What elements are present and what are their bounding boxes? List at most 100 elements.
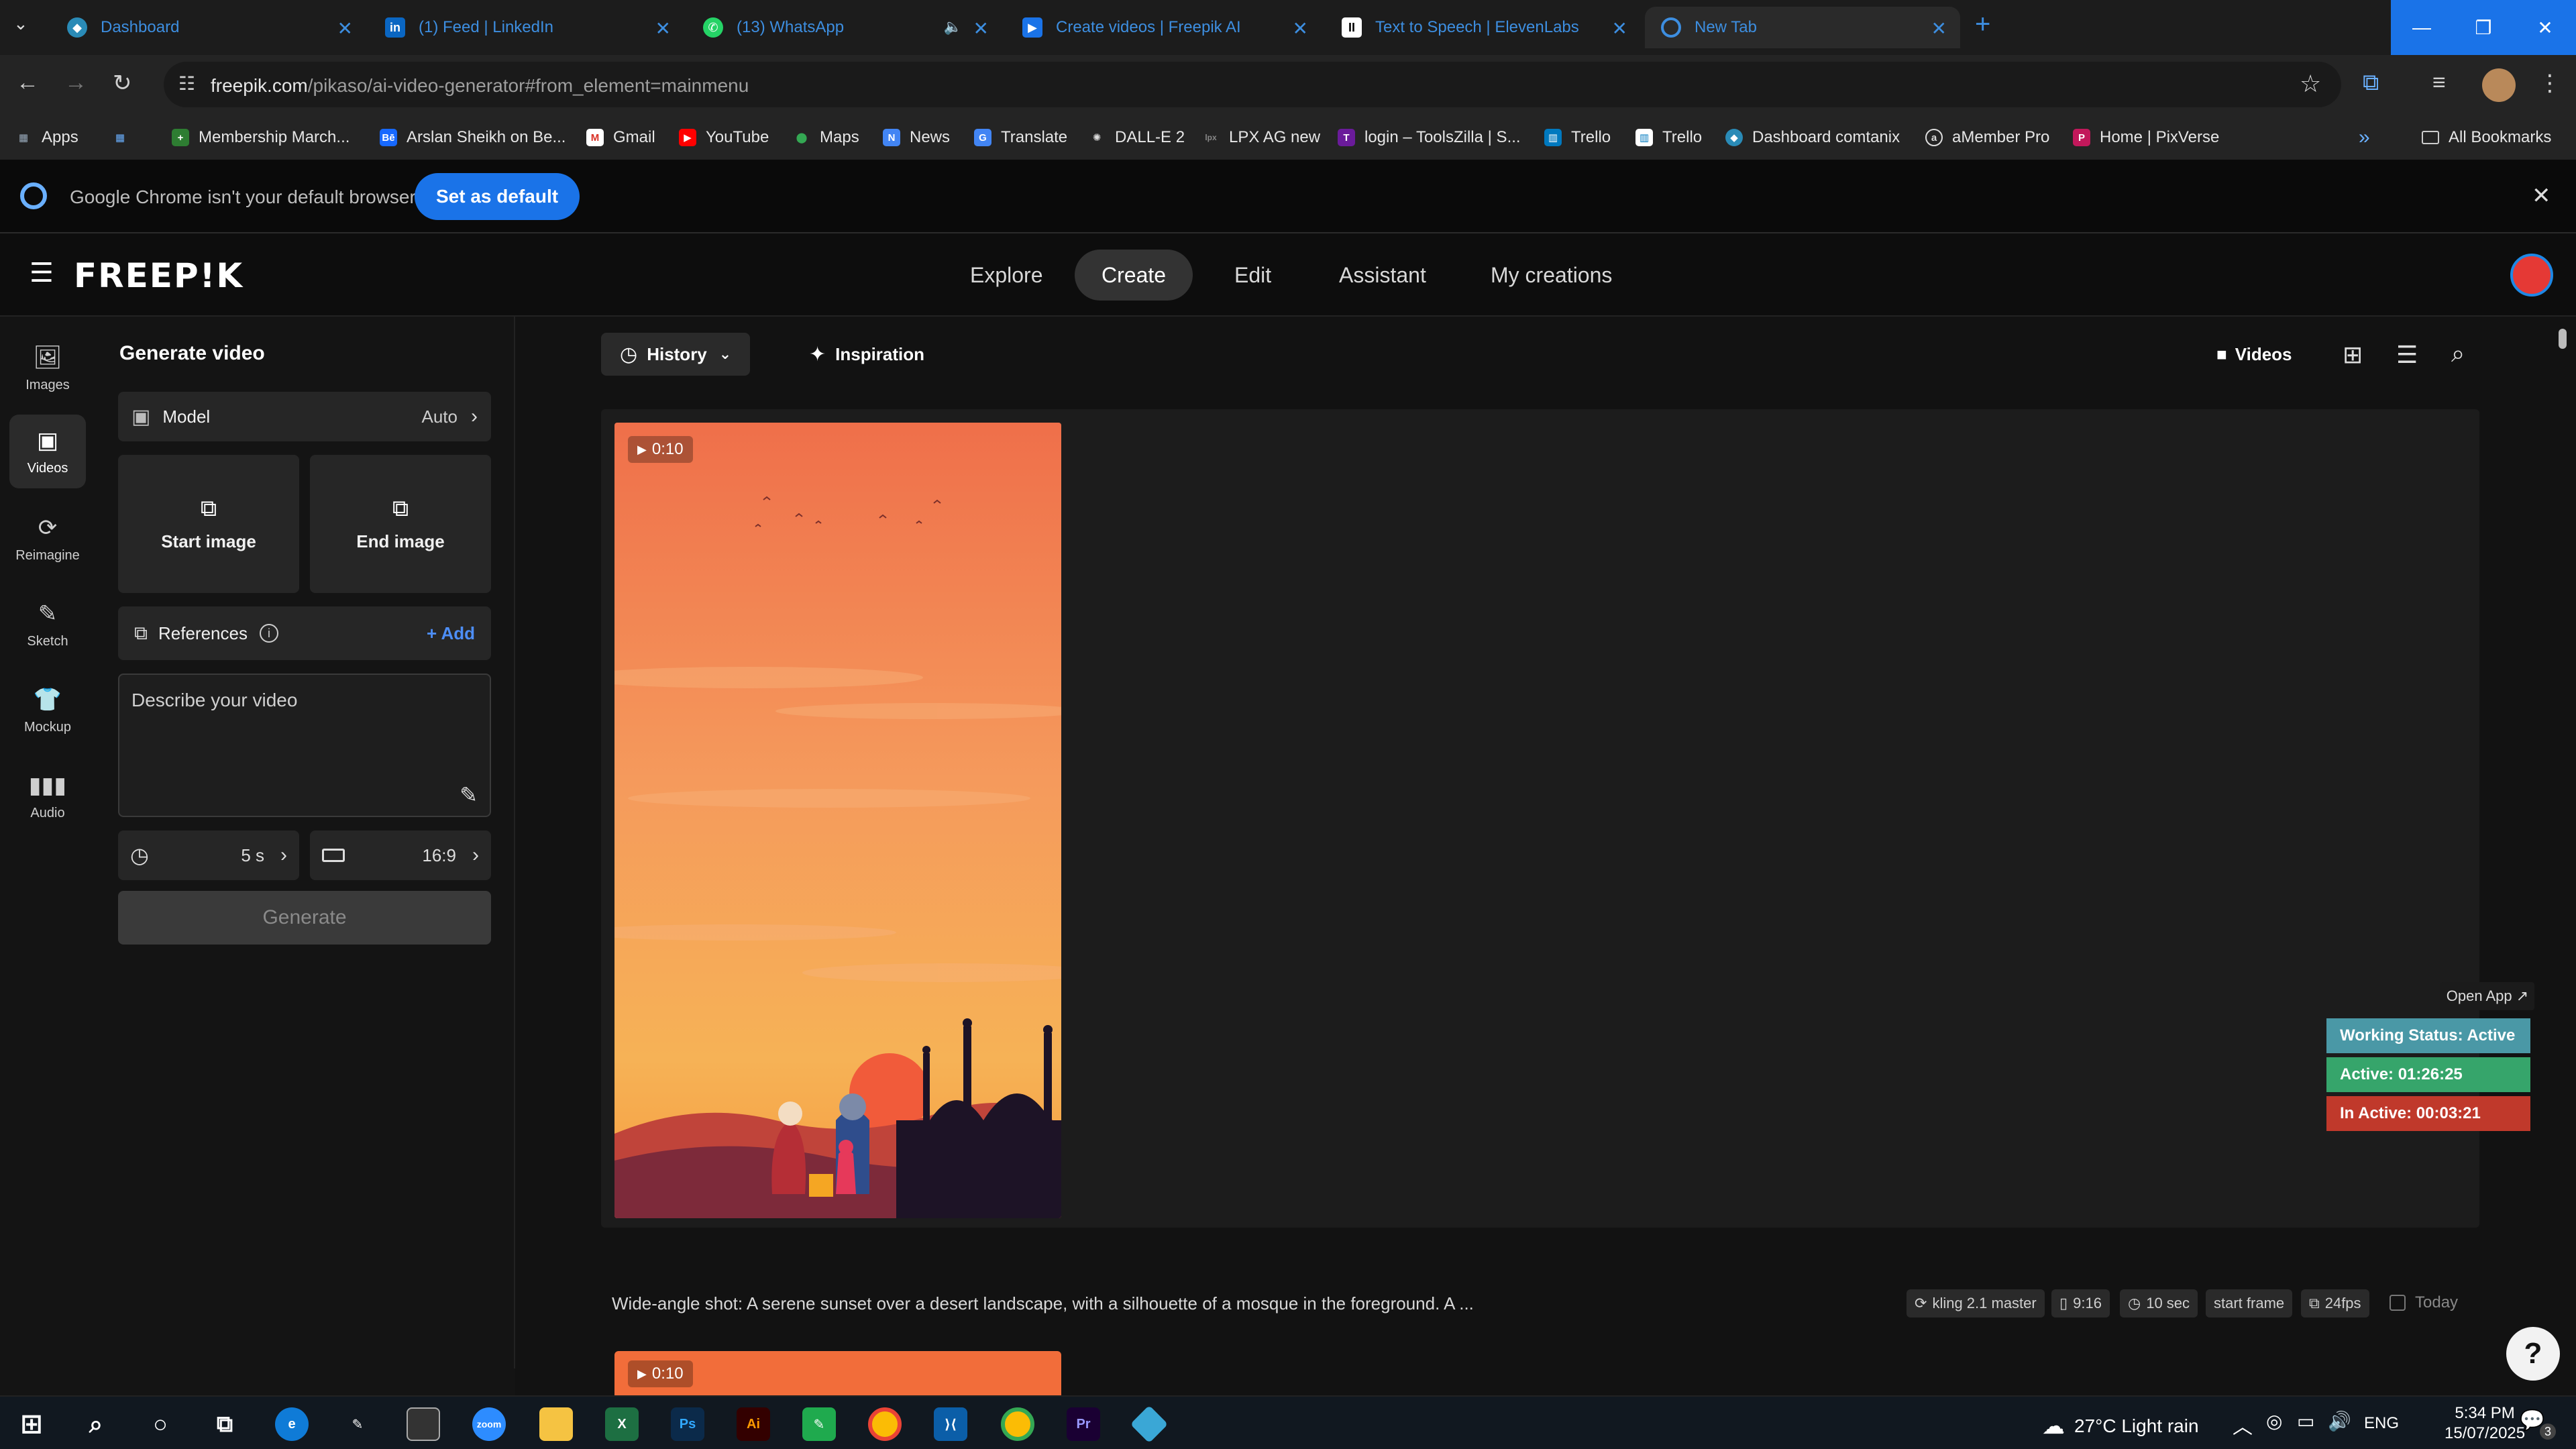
address-bar[interactable]: ☷ freepik.com/pikaso/ai-video-generator#… bbox=[164, 62, 2341, 107]
zoom-icon[interactable]: zoom bbox=[472, 1407, 506, 1441]
bookmark-star-icon[interactable]: ☆ bbox=[2300, 70, 2321, 98]
nav-edit[interactable]: Edit bbox=[1208, 250, 1298, 301]
freepik-logo[interactable]: FREEP!K bbox=[74, 256, 244, 295]
bookmark-lpx[interactable]: lpx LPX AG new bbox=[1202, 125, 1320, 150]
close-infobar-icon[interactable]: ✕ bbox=[2532, 182, 2551, 209]
end-image-slot[interactable]: ⧉ End image bbox=[310, 455, 491, 593]
prompt-textarea[interactable]: Describe your video ✎ bbox=[118, 674, 491, 817]
start-image-slot[interactable]: ⧉ Start image bbox=[118, 455, 299, 593]
site-settings-icon[interactable]: ☷ bbox=[178, 72, 195, 95]
filter-sliders-icon[interactable]: ☰ bbox=[2396, 341, 2418, 369]
vscode-icon[interactable]: ⟩⟨ bbox=[934, 1407, 967, 1441]
minimize-button[interactable]: — bbox=[2391, 0, 2453, 55]
duration-selector[interactable]: ◷ 5 s › bbox=[118, 830, 299, 880]
all-bookmarks-folder[interactable]: All Bookmarks bbox=[2422, 125, 2551, 150]
task-view-icon[interactable]: ⧉ bbox=[208, 1407, 241, 1441]
result-prompt-text[interactable]: Wide-angle shot: A serene sunset over a … bbox=[612, 1293, 1474, 1314]
more-bookmarks-chevron-icon[interactable]: » bbox=[2359, 125, 2370, 150]
bookmark-maps[interactable]: ⬤ Maps bbox=[793, 125, 859, 150]
hamburger-menu-icon[interactable]: ☰ bbox=[30, 258, 54, 288]
close-tab-icon[interactable]: ✕ bbox=[1612, 17, 1627, 40]
terminal-icon[interactable] bbox=[407, 1407, 440, 1441]
edge-icon[interactable]: e bbox=[275, 1407, 309, 1441]
premiere-icon[interactable]: Pr bbox=[1067, 1407, 1100, 1441]
videos-filter-button[interactable]: ■ Videos bbox=[2198, 333, 2311, 376]
nav-my-creations[interactable]: My creations bbox=[1464, 250, 1639, 301]
reload-icon[interactable]: ↻ bbox=[113, 70, 132, 97]
inspiration-button[interactable]: ✦ Inspiration bbox=[790, 333, 943, 376]
tab-new-tab[interactable]: New Tab ✕ bbox=[1645, 7, 1960, 48]
bookmark-news[interactable]: N News bbox=[883, 125, 950, 150]
chrome-active-icon[interactable] bbox=[1001, 1407, 1034, 1441]
second-video-thumbnail[interactable]: ▶ 0:10 bbox=[614, 1351, 1061, 1395]
checkbox-icon[interactable] bbox=[2390, 1295, 2406, 1311]
profile-avatar[interactable] bbox=[2482, 68, 2516, 102]
close-tab-icon[interactable]: ✕ bbox=[655, 17, 671, 40]
tab-whatsapp[interactable]: ✆ (13) WhatsApp 🔈 ✕ bbox=[687, 7, 1002, 48]
bookmark-pixverse[interactable]: P Home | PixVerse bbox=[2073, 125, 2219, 150]
close-tab-icon[interactable]: ✕ bbox=[1931, 17, 1947, 40]
user-avatar[interactable] bbox=[2510, 254, 2553, 297]
network-icon[interactable]: ▭ bbox=[2297, 1410, 2314, 1432]
volume-icon[interactable]: 🔊 bbox=[2328, 1410, 2351, 1432]
set-as-default-button[interactable]: Set as default bbox=[415, 173, 580, 220]
bookmark-membership[interactable]: + Membership March... bbox=[172, 125, 350, 150]
bookmark-amember[interactable]: a aMember Pro bbox=[1925, 125, 2049, 150]
aspect-ratio-selector[interactable]: 16:9 › bbox=[310, 830, 491, 880]
bookmark-dashboard-comtanix[interactable]: ◆ Dashboard comtanix bbox=[1725, 125, 1900, 150]
close-tab-icon[interactable]: ✕ bbox=[973, 17, 989, 40]
nav-explore[interactable]: Explore bbox=[943, 250, 1070, 301]
restore-button[interactable]: ❐ bbox=[2453, 0, 2514, 55]
rail-item-mockup[interactable]: 👕 Mockup bbox=[9, 674, 86, 747]
rail-item-images[interactable]: 🖼 Images bbox=[9, 331, 86, 405]
bookmark-dalle[interactable]: ✺ DALL-E 2 bbox=[1088, 125, 1185, 150]
tab-elevenlabs[interactable]: II Text to Speech | ElevenLabs ✕ bbox=[1326, 7, 1641, 48]
nav-assistant[interactable]: Assistant bbox=[1312, 250, 1453, 301]
sheets-app-icon[interactable]: ✎ bbox=[802, 1407, 836, 1441]
tab-list-chevron-icon[interactable]: ⌄ bbox=[13, 13, 28, 34]
menu-kebab-icon[interactable]: ⋮ bbox=[2538, 70, 2561, 97]
tab-dashboard[interactable]: ◆ Dashboard ✕ bbox=[51, 7, 366, 48]
open-app-button[interactable]: Open App ↗ bbox=[2440, 982, 2534, 1010]
close-tab-icon[interactable]: ✕ bbox=[337, 17, 353, 40]
forward-arrow-icon[interactable]: → bbox=[64, 70, 87, 96]
bookmark-gmail[interactable]: M Gmail bbox=[586, 125, 655, 150]
back-arrow-icon[interactable]: ← bbox=[16, 70, 39, 96]
add-reference-button[interactable]: + Add bbox=[427, 623, 475, 644]
url-text[interactable]: freepik.com/pikaso/ai-video-generator#fr… bbox=[211, 75, 749, 97]
file-explorer-icon[interactable] bbox=[539, 1407, 573, 1441]
tray-chevron-up-icon[interactable]: ︿ bbox=[2233, 1410, 2253, 1440]
scrollbar-thumb[interactable] bbox=[2559, 329, 2567, 349]
media-controls-icon[interactable]: ≡ bbox=[2432, 70, 2446, 96]
rail-item-audio[interactable]: ▮▮▮ Audio bbox=[9, 759, 86, 833]
magic-wand-icon[interactable]: ✎ bbox=[460, 782, 478, 808]
extensions-icon[interactable]: ⧉ bbox=[2363, 70, 2379, 96]
history-dropdown[interactable]: ◷ History ⌄ bbox=[601, 333, 751, 376]
pen-tool-icon[interactable]: ✎ bbox=[341, 1407, 374, 1441]
video-thumbnail[interactable]: ▶ 0:10 bbox=[614, 423, 1061, 1218]
generate-button[interactable]: Generate bbox=[118, 891, 491, 945]
bookmark-toolszilla[interactable]: Tlogin – ToolsZilla | S... bbox=[1338, 125, 1521, 150]
rail-item-videos[interactable]: ▣ Videos bbox=[9, 415, 86, 488]
speaker-icon[interactable]: 🔈 bbox=[944, 18, 962, 36]
chrome-icon[interactable] bbox=[868, 1407, 902, 1441]
weather-widget[interactable]: ☁ 27°C Light rain bbox=[2042, 1413, 2199, 1440]
grid-view-icon[interactable]: ⊞ bbox=[2343, 341, 2363, 369]
model-selector[interactable]: ▣ Model Auto › bbox=[118, 392, 491, 441]
search-icon[interactable]: ⌕ bbox=[79, 1407, 113, 1441]
bookmark-youtube[interactable]: ▶ YouTube bbox=[679, 125, 769, 150]
photoshop-icon[interactable]: Ps bbox=[671, 1407, 704, 1441]
window-close-button[interactable]: ✕ bbox=[2514, 0, 2576, 55]
tab-linkedin[interactable]: in (1) Feed | LinkedIn ✕ bbox=[369, 7, 684, 48]
rail-item-sketch[interactable]: ✎ Sketch bbox=[9, 588, 86, 661]
nav-create[interactable]: Create bbox=[1075, 250, 1193, 301]
close-tab-icon[interactable]: ✕ bbox=[1293, 17, 1308, 40]
app-icon[interactable] bbox=[1130, 1405, 1169, 1444]
help-button[interactable]: ? bbox=[2506, 1327, 2560, 1381]
bookmark-grid[interactable]: ▦ bbox=[111, 125, 138, 150]
excel-icon[interactable]: X bbox=[605, 1407, 639, 1441]
bookmark-translate[interactable]: G Translate bbox=[974, 125, 1067, 150]
bookmark-behance[interactable]: Bē Arslan Sheikh on Be... bbox=[380, 125, 566, 150]
bookmark-trello-2[interactable]: ▥ Trello bbox=[1635, 125, 1702, 150]
rail-item-reimagine[interactable]: ⟳ Reimagine bbox=[9, 502, 86, 576]
